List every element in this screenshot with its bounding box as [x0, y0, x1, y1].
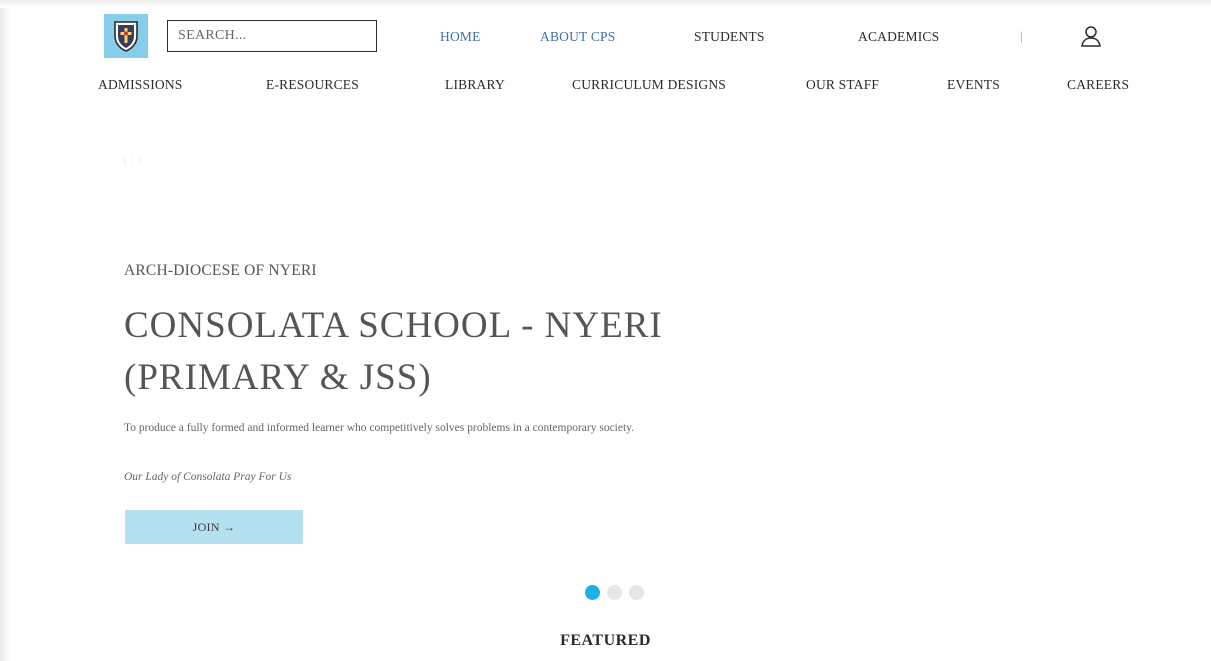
nav-careers[interactable]: CAREERS [1067, 77, 1129, 93]
nav-students[interactable]: STUDENTS [694, 29, 765, 45]
hero-eyebrow: ARCH-DIOCESE OF NYERI [124, 262, 317, 279]
nav-home[interactable]: HOME [440, 29, 481, 45]
slide-counter: 1 / 3 [122, 155, 142, 167]
nav-admissions[interactable]: ADMISSIONS [98, 77, 183, 93]
nav-events[interactable]: EVENTS [947, 77, 1000, 93]
hero-motto: Our Lady of Consolata Pray For Us [124, 471, 292, 483]
school-logo[interactable] [104, 14, 148, 58]
nav-divider: | [1020, 28, 1023, 43]
hero-title-line-1: CONSOLATA SCHOOL - NYERI [124, 305, 663, 346]
search-input[interactable] [178, 28, 368, 44]
join-button[interactable]: JOIN → [125, 510, 303, 544]
page: HOME ABOUT CPS STUDENTS ACADEMICS | ADMI… [0, 0, 1211, 661]
carousel-dot-1[interactable] [585, 585, 600, 600]
nav-library[interactable]: LIBRARY [445, 77, 505, 93]
nav-our-staff[interactable]: OUR STAFF [806, 77, 879, 93]
featured-heading: FEATURED [560, 632, 651, 649]
nav-e-resources[interactable]: E-RESOURCES [266, 77, 359, 93]
page-shadow-top [0, 0, 1211, 8]
hero-title-line-2: (PRIMARY & JSS) [124, 357, 432, 398]
user-icon[interactable] [1079, 24, 1103, 48]
carousel-dot-3[interactable] [629, 585, 644, 600]
nav-academics[interactable]: ACADEMICS [858, 29, 939, 45]
page-shadow-left [0, 0, 10, 661]
hero-mission: To produce a fully formed and informed l… [124, 422, 635, 434]
crest-icon [114, 21, 138, 52]
carousel-dot-2[interactable] [607, 585, 622, 600]
nav-curriculum-designs[interactable]: CURRICULUM DESIGNS [572, 77, 726, 93]
carousel-dots [585, 585, 644, 600]
search-box[interactable] [167, 20, 377, 52]
nav-about-cps[interactable]: ABOUT CPS [540, 29, 615, 45]
hero-title: CONSOLATA SCHOOL - NYERI (PRIMARY & JSS) [124, 300, 844, 404]
